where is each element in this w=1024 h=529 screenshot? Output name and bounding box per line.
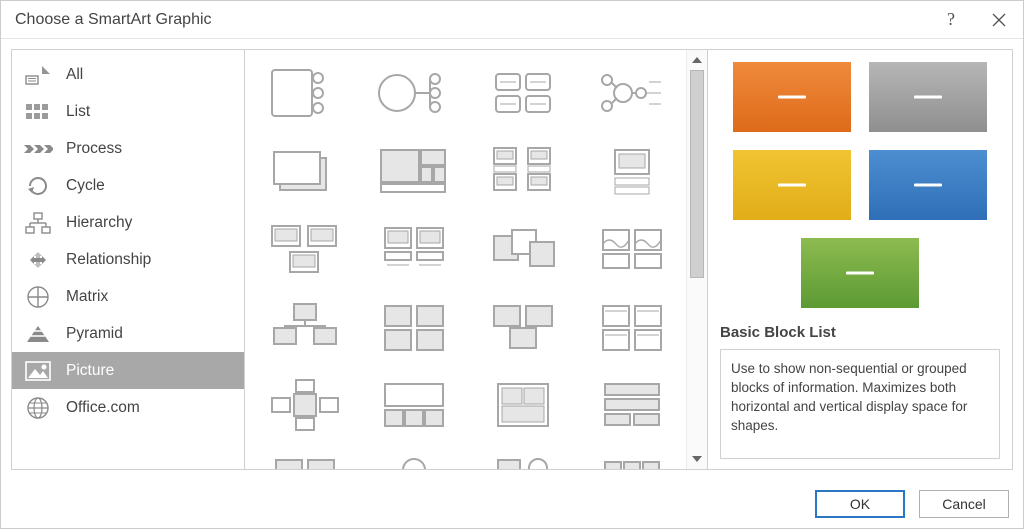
category-item-cycle[interactable]: Cycle — [12, 167, 244, 204]
gallery-thumb[interactable] — [577, 366, 686, 444]
preview-title: Basic Block List — [720, 324, 1000, 341]
gallery-thumb[interactable] — [360, 444, 469, 469]
process-icon — [22, 135, 54, 163]
gallery-thumb[interactable] — [251, 288, 360, 366]
category-label: Pyramid — [66, 325, 123, 343]
scroll-up-button[interactable] — [687, 50, 707, 70]
pyramid-icon — [22, 320, 54, 348]
gallery-thumb[interactable] — [469, 210, 578, 288]
dialog-footer: OK Cancel — [1, 480, 1023, 528]
gallery-thumb[interactable] — [577, 444, 686, 469]
gallery-thumb[interactable] — [360, 54, 469, 132]
relationship-icon — [22, 246, 54, 274]
help-icon: ? — [947, 9, 955, 30]
close-button[interactable] — [975, 3, 1023, 37]
scroll-thumb[interactable] — [690, 70, 704, 278]
gallery-thumb[interactable] — [469, 366, 578, 444]
gallery-grid — [245, 50, 686, 469]
smartart-dialog: Choose a SmartArt Graphic ? All — [0, 0, 1024, 529]
gallery-thumb[interactable] — [251, 54, 360, 132]
chevron-up-icon — [692, 57, 702, 63]
preview-block — [869, 150, 987, 220]
category-item-pyramid[interactable]: Pyramid — [12, 315, 244, 352]
gallery-thumb[interactable] — [360, 210, 469, 288]
preview-description: Use to show non-sequential or grouped bl… — [720, 349, 1000, 459]
category-item-matrix[interactable]: Matrix — [12, 278, 244, 315]
titlebar: Choose a SmartArt Graphic ? — [1, 1, 1023, 39]
gallery-thumb[interactable] — [360, 132, 469, 210]
category-label: Process — [66, 140, 122, 158]
category-label: Office.com — [66, 399, 140, 417]
gallery-thumb[interactable] — [251, 444, 360, 469]
gallery-thumb[interactable] — [251, 132, 360, 210]
gallery-thumb[interactable] — [577, 54, 686, 132]
all-icon — [22, 61, 54, 89]
gallery-thumb[interactable] — [360, 288, 469, 366]
preview-block — [733, 62, 851, 132]
category-list: All List Process — [12, 50, 245, 469]
category-item-office[interactable]: Office.com — [12, 389, 244, 426]
preview-block — [801, 238, 919, 308]
scroll-down-button[interactable] — [687, 449, 707, 469]
gallery-thumb[interactable] — [360, 366, 469, 444]
help-button[interactable]: ? — [927, 3, 975, 37]
category-label: Matrix — [66, 288, 108, 306]
hierarchy-icon — [22, 209, 54, 237]
gallery-thumb[interactable] — [469, 132, 578, 210]
category-label: Hierarchy — [66, 214, 132, 232]
category-label: Relationship — [66, 251, 151, 269]
gallery-scrollbar[interactable] — [686, 50, 707, 469]
category-item-list[interactable]: List — [12, 93, 244, 130]
category-item-all[interactable]: All — [12, 56, 244, 93]
globe-icon — [22, 394, 54, 422]
scroll-track[interactable] — [687, 70, 707, 449]
list-icon — [22, 98, 54, 126]
window-title: Choose a SmartArt Graphic — [15, 11, 212, 29]
category-item-hierarchy[interactable]: Hierarchy — [12, 204, 244, 241]
gallery-thumb[interactable] — [577, 132, 686, 210]
category-item-relationship[interactable]: Relationship — [12, 241, 244, 278]
category-label: Picture — [66, 362, 114, 380]
gallery-thumb[interactable] — [251, 366, 360, 444]
gallery-thumb[interactable] — [469, 288, 578, 366]
gallery-thumb[interactable] — [469, 444, 578, 469]
gallery-thumb[interactable] — [577, 210, 686, 288]
picture-icon — [22, 357, 54, 385]
category-label: List — [66, 103, 90, 121]
gallery-pane — [245, 50, 707, 469]
cancel-button[interactable]: Cancel — [919, 490, 1009, 518]
category-item-process[interactable]: Process — [12, 130, 244, 167]
preview-canvas — [720, 60, 1000, 310]
gallery-thumb[interactable] — [469, 54, 578, 132]
category-label: Cycle — [66, 177, 105, 195]
cycle-icon — [22, 172, 54, 200]
gallery-thumb[interactable] — [251, 210, 360, 288]
category-item-picture[interactable]: Picture — [12, 352, 244, 389]
gallery-thumb[interactable] — [577, 288, 686, 366]
preview-block — [733, 150, 851, 220]
matrix-icon — [22, 283, 54, 311]
preview-pane: Basic Block List Use to show non-sequent… — [707, 50, 1012, 469]
category-label: All — [66, 66, 83, 84]
ok-button[interactable]: OK — [815, 490, 905, 518]
preview-block — [869, 62, 987, 132]
close-icon — [992, 13, 1006, 27]
chevron-down-icon — [692, 456, 702, 462]
